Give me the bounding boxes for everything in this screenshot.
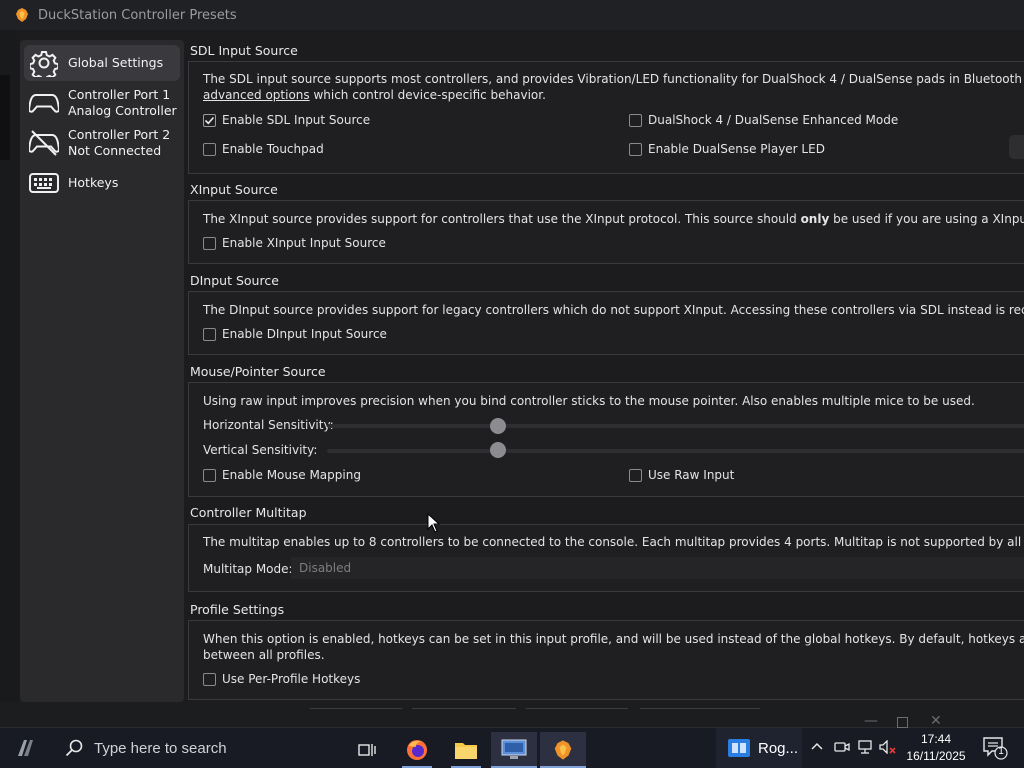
multitap-mode-dropdown[interactable]: Disabled [291,557,1024,579]
keyboard-icon [28,167,60,199]
vertical-sensitivity-slider[interactable] [327,449,1024,453]
duckstation-app-icon [16,8,28,22]
section-title-sdl: SDL Input Source [190,43,298,58]
firefox-icon[interactable] [394,732,440,768]
sidebar-item-hotkeys[interactable]: Hotkeys [24,165,180,201]
taskbar: Type here to search Rog... 17:44 16/11/2… [0,728,1024,768]
section-title-multitap: Controller Multitap [190,505,307,520]
mouse-cursor-icon [427,513,441,533]
rog-taskbar-app[interactable]: Rog... [716,728,802,768]
gamepad-off-icon [28,127,60,159]
horizontal-sensitivity-slider[interactable] [327,424,1024,428]
per-profile-hotkeys-checkbox[interactable]: Use Per-Profile Hotkeys [203,672,360,686]
search-box[interactable]: Type here to search [54,728,344,768]
show-hidden-icons-chevron-icon[interactable] [811,740,823,755]
settings-content: SDL Input Source The SDL input source su… [186,40,1024,702]
notification-center-icon[interactable]: 1 [982,736,1010,760]
checkmark-icon [203,113,216,127]
profile-description: When this option is enabled, hotkeys can… [203,632,1024,646]
task-view-icon[interactable] [344,732,390,768]
close-icon[interactable]: ✕ [930,713,942,729]
mouse-description: Using raw input improves precision when … [203,394,975,408]
sidebar-item-sublabel: Not Connected [68,143,162,158]
window-title: DuckStation Controller Presets [38,7,237,23]
group-mouse: Using raw input improves precision when … [188,382,1024,497]
dinput-description: The DInput source provides support for l… [203,303,1024,317]
sidebar-item-global-settings[interactable]: Global Settings [24,45,180,81]
sidebar-item-controller-port-1[interactable]: Controller Port 1 Analog Controller [24,85,180,121]
sdl-description-line2: advanced options which control device-sp… [203,88,546,102]
sidebar-item-label: Controller Port 1 [68,87,171,102]
enable-touchpad-checkbox[interactable]: Enable Touchpad [203,142,324,156]
notification-count: 1 [998,746,1004,757]
group-multitap: The multitap enables up to 8 controllers… [188,524,1024,592]
gear-icon [28,47,60,79]
sidebar-item-label: Global Settings [68,55,164,70]
advanced-options-link[interactable]: advanced options [203,88,310,102]
sdl-description: The SDL input source supports most contr… [203,72,1024,86]
group-sdl: The SDL input source supports most contr… [188,61,1024,174]
enable-dinput-checkbox[interactable]: Enable DInput Input Source [203,327,387,341]
sidebar: Global Settings Controller Port 1 Analog… [20,40,184,702]
file-explorer-icon[interactable] [443,732,489,768]
duckstation-taskbar-icon[interactable] [540,732,586,768]
search-icon [65,739,83,757]
ds4-enhanced-mode-checkbox[interactable]: DualShock 4 / DualSense Enhanced Mode [629,113,898,127]
search-placeholder: Type here to search [94,739,227,757]
minimize-icon[interactable]: — [864,713,878,729]
section-title-mouse: Mouse/Pointer Source [190,364,326,379]
group-dinput: The DInput source provides support for l… [188,291,1024,355]
use-raw-input-checkbox[interactable]: Use Raw Input [629,468,734,482]
sidebar-item-label: Controller Port 2 [68,127,171,142]
enable-xinput-checkbox[interactable]: Enable XInput Input Source [203,236,386,250]
background-window-edge [0,30,20,702]
sdl-more-button-edge[interactable] [1009,135,1024,159]
rog-icon [728,739,750,757]
meet-now-icon[interactable] [834,740,850,758]
profile-description-line2: between all profiles. [203,648,325,662]
sidebar-item-controller-port-2[interactable]: Controller Port 2 Not Connected [24,125,180,161]
sidebar-item-sublabel: Analog Controller [68,103,177,118]
dualsense-player-led-checkbox[interactable]: Enable DualSense Player LED [629,142,825,156]
clock[interactable]: 17:44 16/11/2025 [900,731,972,765]
horizontal-sensitivity-label: Horizontal Sensitivity: [203,418,334,432]
sidebar-item-label: Hotkeys [68,175,119,190]
enable-sdl-checkbox[interactable]: Enable SDL Input Source [203,113,370,127]
group-xinput: The XInput source provides support for c… [188,200,1024,264]
section-title-dinput: DInput Source [190,273,279,288]
volume-muted-icon[interactable] [879,739,897,758]
clock-time: 17:44 [920,732,952,746]
network-icon[interactable] [857,740,873,758]
start-icon[interactable] [14,736,38,760]
multitap-description: The multitap enables up to 8 controllers… [203,535,1024,549]
gamepad-icon [28,87,60,119]
remote-desktop-icon[interactable] [491,732,537,768]
vertical-sensitivity-label: Vertical Sensitivity: [203,443,318,457]
section-title-profile: Profile Settings [190,602,285,617]
group-profile: When this option is enabled, hotkeys can… [188,620,1024,700]
title-bar: DuckStation Controller Presets [0,0,1024,30]
rog-label: Rog... [758,739,799,757]
section-title-xinput: XInput Source [190,182,278,197]
vertical-sensitivity-handle[interactable] [489,442,506,458]
enable-mouse-mapping-checkbox[interactable]: Enable Mouse Mapping [203,468,361,482]
multitap-mode-label: Multitap Mode: [203,562,293,576]
xinput-description: The XInput source provides support for c… [203,212,1024,226]
horizontal-sensitivity-handle[interactable] [489,418,506,434]
clock-date: 16/11/2025 [906,749,966,763]
